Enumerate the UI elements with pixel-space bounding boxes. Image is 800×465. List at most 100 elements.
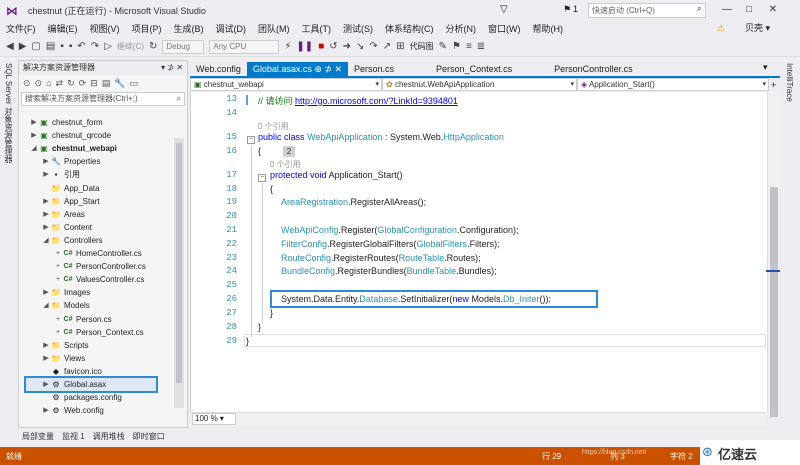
collapsed-arrow-icon[interactable]: +: [54, 273, 62, 286]
minimize-button[interactable]: —: [718, 2, 736, 18]
tree-item[interactable]: ◢ 📁 Models: [42, 299, 90, 312]
tree-item[interactable]: ◢ ▣ chestnut_webapi: [30, 142, 117, 155]
tree-item[interactable]: + C# ValuesController.cs: [54, 273, 144, 286]
forward-icon[interactable]: ⊙: [35, 78, 43, 89]
editor-vertical-scrollbar[interactable]: [767, 92, 779, 417]
filter-icon[interactable]: ▽: [500, 4, 508, 15]
tree-item[interactable]: ▶ 📁 Areas: [42, 208, 85, 221]
tree-item[interactable]: + C# HomeController.cs: [54, 247, 142, 260]
tree-item[interactable]: ▶ ▣ chestnut_qrcode: [30, 129, 111, 142]
menu-team[interactable]: 团队(M): [252, 22, 296, 35]
collapsed-arrow-icon[interactable]: ▶: [42, 286, 50, 299]
menu-analyze[interactable]: 分析(N): [440, 22, 483, 35]
outdent-icon[interactable]: ≣: [477, 41, 485, 52]
collapsed-arrow-icon[interactable]: +: [54, 260, 62, 273]
code-map-button[interactable]: 代码图: [410, 41, 434, 52]
codelens-reference-count[interactable]: 0 个引用: [270, 159, 301, 170]
attach-icon[interactable]: ⚡: [284, 41, 291, 52]
project-navigation-select[interactable]: ▣ chestnut_webapi ▾: [190, 78, 382, 91]
tab-person-cs[interactable]: Person.cs: [348, 62, 400, 76]
bookmark-icon[interactable]: ⚑: [452, 41, 461, 52]
panel-pin-controls[interactable]: ▾ ⊅ ✕: [161, 61, 183, 75]
new-project-icon[interactable]: ▢: [31, 41, 40, 52]
codelens-badge[interactable]: 2: [283, 146, 295, 157]
tab-overflow-dropdown-icon[interactable]: ▾: [763, 62, 768, 73]
sync-icon[interactable]: ⇄: [56, 78, 64, 89]
tab-locals[interactable]: 局部变量: [22, 431, 54, 442]
tab-watch-1[interactable]: 监视 1: [62, 431, 85, 442]
collapsed-arrow-icon[interactable]: ▶: [42, 168, 50, 181]
menu-architecture[interactable]: 体系结构(C): [379, 22, 440, 35]
collapsed-arrow-icon[interactable]: ▶: [42, 195, 50, 208]
preview-icon[interactable]: ▭: [129, 78, 138, 89]
indent-icon[interactable]: ≡: [466, 41, 472, 52]
redo-icon[interactable]: ↷: [91, 41, 99, 52]
tree-item[interactable]: ▶ 📁 Views: [42, 352, 85, 365]
tab-web-config[interactable]: Web.config: [190, 62, 247, 76]
tree-item[interactable]: ▶ 📁 Images: [42, 286, 90, 299]
tab-immediate-window[interactable]: 即时窗口: [133, 431, 165, 442]
collapsed-arrow-icon[interactable]: ▶: [30, 129, 38, 142]
collapse-toggle-icon[interactable]: −: [258, 174, 266, 182]
tree-item[interactable]: 📁 App_Data: [42, 182, 100, 195]
show-all-files-icon[interactable]: ▤: [102, 78, 111, 89]
user-account-menu[interactable]: 贝壳 ▾: [745, 21, 770, 34]
comment-link[interactable]: http://go.microsoft.com/?LinkId=9394801: [295, 96, 458, 106]
expanded-arrow-icon[interactable]: ◢: [42, 299, 50, 312]
tree-item[interactable]: ◢ 📁 Controllers: [42, 234, 102, 247]
forward-icon[interactable]: ▶: [19, 41, 27, 52]
menu-edit[interactable]: 编辑(E): [42, 22, 84, 35]
collapsed-arrow-icon[interactable]: ▶: [42, 352, 50, 365]
tree-item[interactable]: ▶ ▪ 引用: [42, 168, 80, 181]
home-icon[interactable]: ⌂: [46, 78, 51, 88]
platform-select[interactable]: Any CPU: [209, 39, 280, 54]
collapsed-arrow-icon[interactable]: +: [54, 313, 62, 326]
comment-icon[interactable]: ✎: [439, 41, 447, 52]
code-map-icon[interactable]: ⊞: [396, 41, 404, 52]
warning-icon[interactable]: ⚠: [717, 23, 725, 34]
codelens-reference-count[interactable]: 0 个引用: [258, 121, 289, 132]
tree-item[interactable]: + C# Person_Context.cs: [54, 326, 144, 339]
collapsed-arrow-icon[interactable]: ▶: [30, 116, 38, 129]
tree-item[interactable]: ▶ 📁 Content: [42, 221, 92, 234]
collapse-all-icon[interactable]: ⊟: [90, 78, 98, 89]
tab-person-context-cs[interactable]: Person_Context.cs: [430, 62, 518, 76]
collapsed-arrow-icon[interactable]: ▶: [42, 221, 50, 234]
solution-explorer-search-input[interactable]: 搜索解决方案资源管理器(Ctrl+;) ⌕: [21, 92, 185, 106]
quick-launch-input[interactable]: 快速启动 (Ctrl+Q): [588, 3, 706, 18]
configuration-select[interactable]: Debug: [162, 39, 205, 54]
tree-item[interactable]: ▶ 📁 Scripts: [42, 339, 88, 352]
intellitrace-tab[interactable]: IntelliTrace: [785, 63, 794, 102]
menu-tools[interactable]: 工具(T): [296, 22, 338, 35]
collapse-toggle-icon[interactable]: −: [247, 136, 255, 144]
notification-flag-icon[interactable]: ⚑: [563, 4, 571, 15]
show-next-statement-icon[interactable]: ➜: [343, 41, 351, 52]
zoom-level-select[interactable]: 100 % ▾: [192, 413, 236, 425]
pause-icon[interactable]: ❚❚: [296, 41, 313, 52]
menu-view[interactable]: 视图(V): [84, 22, 126, 35]
properties-icon[interactable]: 🔧: [114, 78, 125, 89]
close-button[interactable]: ✕: [764, 2, 782, 18]
sql-server-object-explorer-tab[interactable]: SQL Server 对象资源管理器: [3, 63, 14, 163]
refresh-icon[interactable]: ⟳: [79, 78, 87, 89]
solution-explorer-scrollbar[interactable]: [174, 138, 184, 408]
menu-debug[interactable]: 调试(D): [210, 22, 253, 35]
menu-file[interactable]: 文件(F): [0, 22, 42, 35]
refresh-icon[interactable]: ↻: [149, 41, 157, 52]
stop-icon[interactable]: ■: [318, 41, 324, 52]
open-file-icon[interactable]: ▤: [46, 41, 55, 52]
tree-item[interactable]: ◆ favicon.ico: [42, 365, 102, 378]
tree-item[interactable]: ▶ 🔧 Properties: [42, 155, 100, 168]
scrollbar-thumb[interactable]: [176, 143, 182, 383]
member-navigation-select[interactable]: ◈ Application_Start() ▾: [577, 78, 769, 91]
maximize-button[interactable]: □: [740, 2, 758, 18]
collapsed-arrow-icon[interactable]: ▶: [42, 378, 50, 391]
menu-window[interactable]: 窗口(W): [482, 22, 527, 35]
expanded-arrow-icon[interactable]: ◢: [30, 142, 38, 155]
undo-icon[interactable]: ↶: [77, 41, 85, 52]
expanded-arrow-icon[interactable]: ◢: [42, 234, 50, 247]
save-icon[interactable]: ▪: [60, 41, 64, 52]
collapsed-arrow-icon[interactable]: +: [54, 326, 62, 339]
tree-item[interactable]: ▶ 📁 App_Start: [42, 195, 99, 208]
restart-icon[interactable]: ↺: [329, 41, 337, 52]
